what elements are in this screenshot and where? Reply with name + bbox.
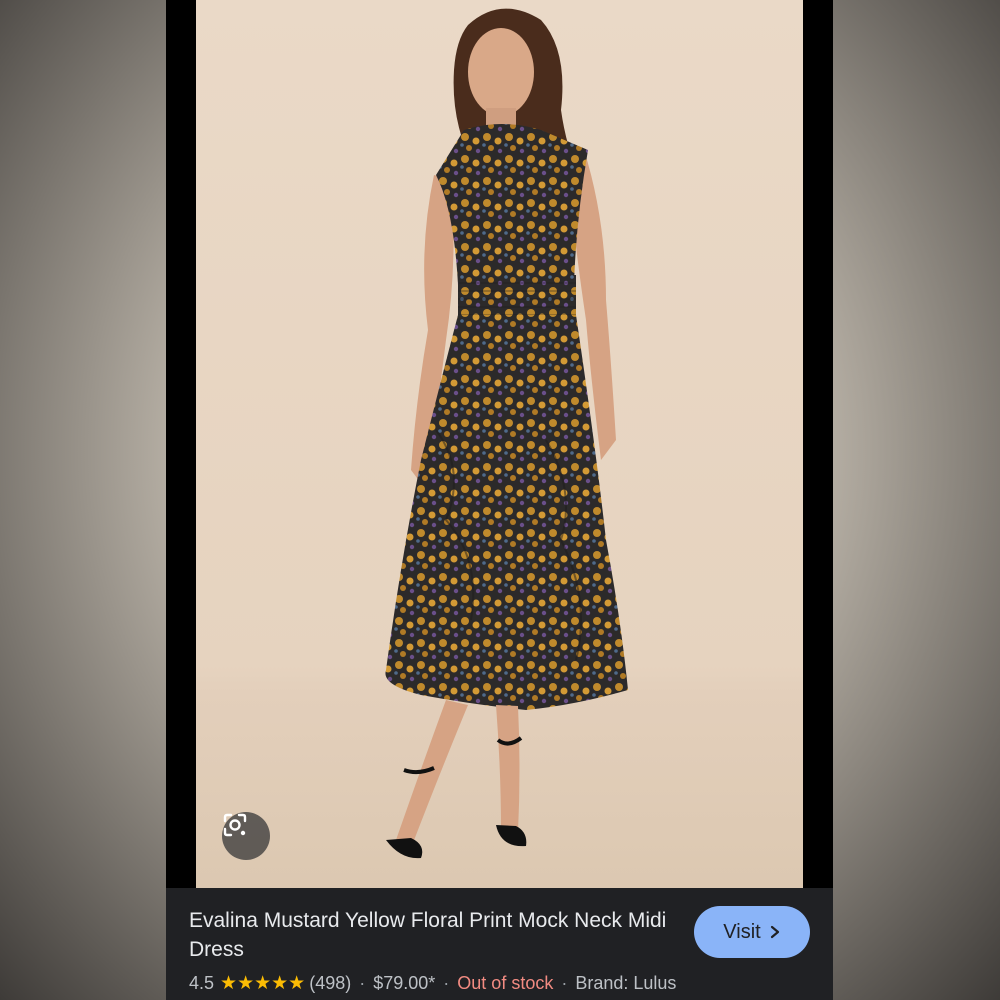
star-rating-icon: ★★★★★	[220, 973, 306, 994]
price: $79.00*	[373, 973, 436, 993]
chevron-right-icon	[770, 925, 779, 939]
product-title[interactable]: Evalina Mustard Yellow Floral Print Mock…	[189, 906, 669, 964]
availability-status: Out of stock	[457, 973, 554, 993]
rating-value: 4.5	[189, 973, 215, 993]
product-meta-row: 4.5 ★★★★★ (498) · $79.00* · Out of stock…	[189, 972, 823, 995]
separator: ·	[359, 973, 366, 993]
brand-label: Brand: Lulus	[575, 973, 677, 993]
separator: ·	[561, 973, 568, 993]
review-count: (498)	[309, 973, 352, 993]
separator: ·	[443, 973, 450, 993]
product-info-card: Evalina Mustard Yellow Floral Print Mock…	[166, 888, 833, 1000]
lens-search-button[interactable]	[222, 812, 270, 860]
model-in-dress-illustration	[385, 8, 628, 859]
lens-search-icon	[223, 813, 247, 837]
visit-label: Visit	[723, 920, 761, 943]
phone-screen: Evalina Mustard Yellow Floral Print Mock…	[166, 0, 833, 1000]
visit-button[interactable]: Visit	[694, 906, 810, 958]
product-image[interactable]	[196, 0, 803, 888]
